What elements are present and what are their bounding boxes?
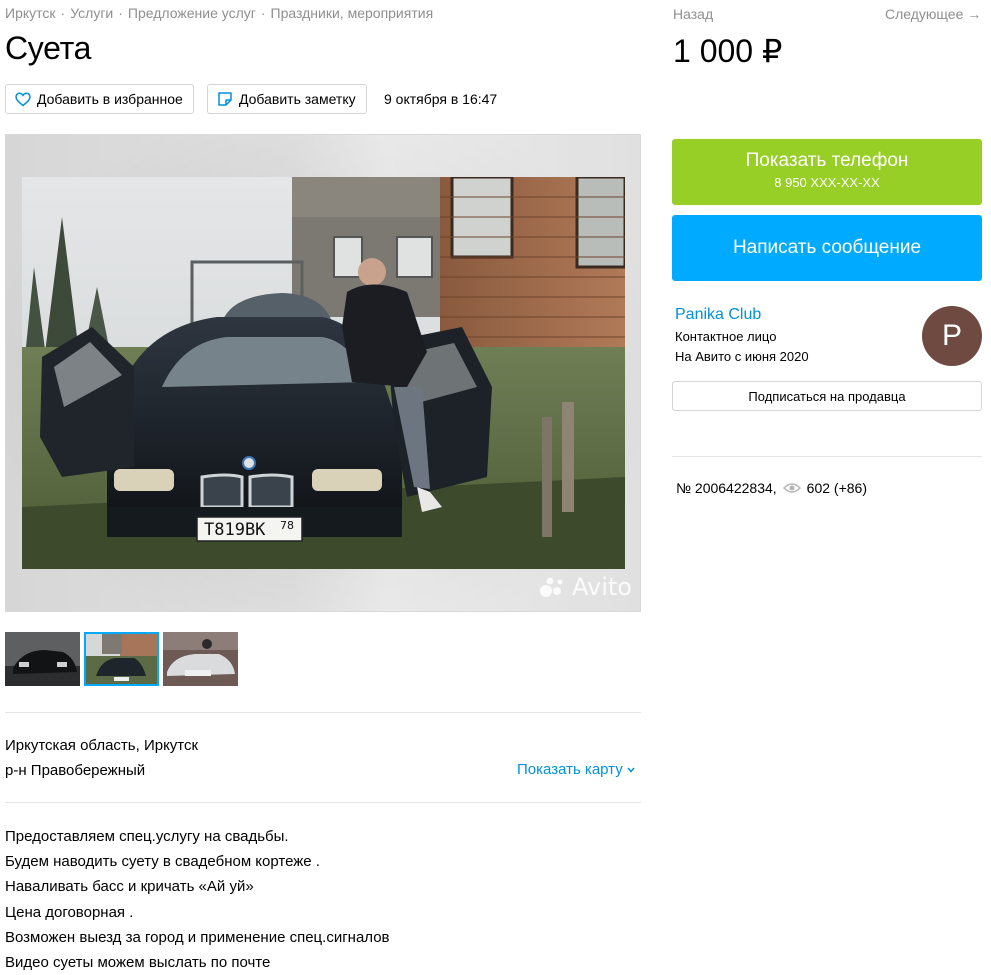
seller-since: На Авито с июня 2020 <box>675 349 809 364</box>
description-line: Предоставляем спец.услугу на свадьбы. <box>5 828 289 845</box>
show-map-link[interactable]: Показать карту <box>517 761 635 778</box>
description-line: Будем наводить суету в свадебном кортеже… <box>5 853 320 871</box>
thumbnail-3[interactable] <box>163 632 238 686</box>
license-plate-number: Т819ВК <box>204 520 266 540</box>
listing-number: № 2006422834, <box>676 480 777 496</box>
divider <box>672 456 982 457</box>
show-map-label: Показать карту <box>517 761 623 778</box>
avatar[interactable]: P <box>922 306 982 366</box>
description-line: Цена договорная . <box>5 903 134 921</box>
description-line: Видео суеты можем выслать по почте <box>5 954 271 972</box>
thumbnail-1[interactable] <box>5 632 80 686</box>
thumbnail-2[interactable] <box>84 632 159 686</box>
breadcrumb-separator: · <box>60 5 66 21</box>
license-plate-region: 78 <box>280 519 294 532</box>
watermark-text: Avito <box>572 573 632 601</box>
next-link[interactable]: Следующее → <box>885 6 981 22</box>
heart-icon <box>15 92 31 106</box>
description-line: Навaливать басс и кричать «Ай уй» <box>5 878 254 896</box>
photo-gallery-main[interactable]: Т819ВК 78 Avito <box>5 134 641 612</box>
eye-icon <box>782 483 801 493</box>
add-to-favorites-button[interactable]: Добавить в избранное <box>5 84 194 114</box>
breadcrumb-item-services[interactable]: Услуги <box>70 5 113 21</box>
avito-logo-icon <box>540 577 563 597</box>
seller-name-link[interactable]: Panika Club <box>675 306 761 324</box>
page-title: Суета <box>5 30 92 66</box>
divider <box>5 802 641 803</box>
show-phone-button[interactable]: Показать телефон 8 950 XXX-XX-XX <box>672 139 982 205</box>
views-count: 602 (+86) <box>806 480 867 496</box>
add-note-label: Добавить заметку <box>239 91 356 107</box>
breadcrumb-item-holidays[interactable]: Праздники, мероприятия <box>271 5 434 21</box>
breadcrumb-item-offer[interactable]: Предложение услуг <box>128 5 256 21</box>
divider <box>5 712 641 713</box>
note-icon <box>218 92 232 106</box>
write-message-button[interactable]: Написать сообщение <box>672 215 982 281</box>
description: Предоставляем спец.услугу на свадьбы. Бу… <box>5 824 390 975</box>
breadcrumb-item-city[interactable]: Иркутск <box>5 5 56 21</box>
phone-masked: 8 950 XXX-XX-XX <box>774 175 880 190</box>
publish-date: 9 октября в 16:47 <box>384 91 498 107</box>
back-link[interactable]: Назад <box>673 6 713 22</box>
listing-photo[interactable]: Т819ВК 78 <box>22 177 625 569</box>
location-region: Иркутская область, Иркутск <box>5 737 199 754</box>
breadcrumb: Иркутск · Услуги · Предложение услуг · Праздни… <box>5 5 433 21</box>
seller-role: Контактное лицо <box>675 329 777 344</box>
add-to-favorites-label: Добавить в избранное <box>37 91 183 107</box>
chevron-down-icon <box>627 767 635 773</box>
add-note-button[interactable]: Добавить заметку <box>207 84 367 114</box>
breadcrumb-separator: · <box>260 5 266 21</box>
location-district: р-н Правобережный <box>5 762 146 779</box>
subscribe-button[interactable]: Подписаться на продавца <box>672 381 982 411</box>
show-phone-label: Показать телефон <box>745 150 909 171</box>
price: 1 000 ₽ <box>673 33 783 69</box>
breadcrumb-separator: · <box>118 5 123 21</box>
watermark: Avito <box>540 573 632 601</box>
listing-meta: № 2006422834, 602 (+86) <box>676 480 867 496</box>
description-line: Возможен выезд за город и применение спе… <box>5 928 390 946</box>
